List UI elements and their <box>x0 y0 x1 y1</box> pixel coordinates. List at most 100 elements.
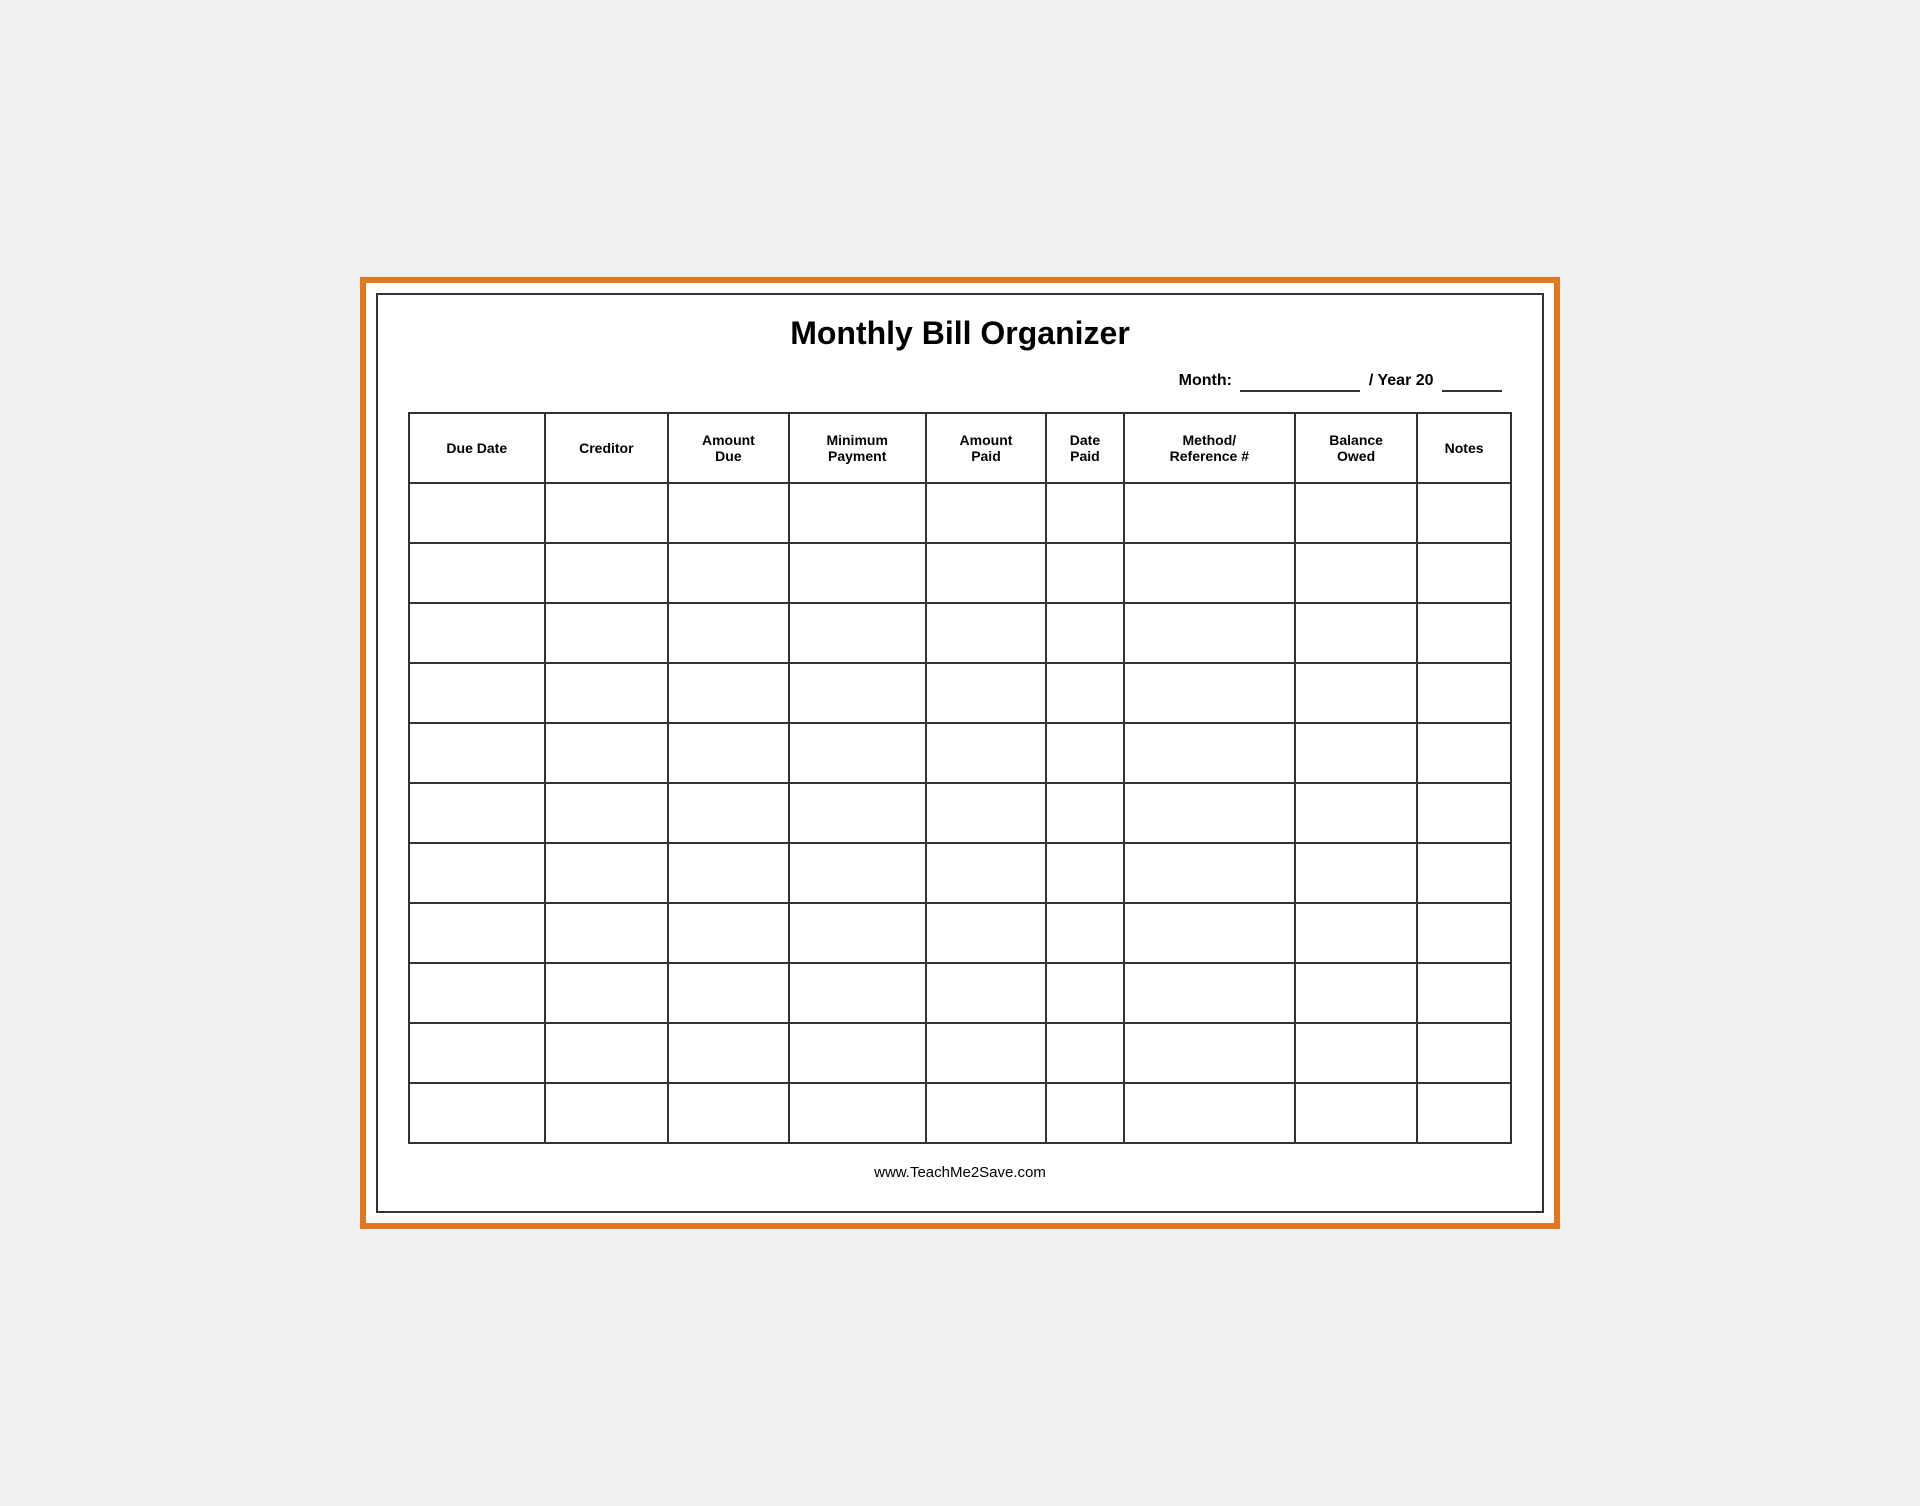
table-cell[interactable] <box>1295 783 1417 843</box>
table-cell[interactable] <box>1417 1083 1511 1143</box>
table-cell[interactable] <box>1295 903 1417 963</box>
table-cell[interactable] <box>789 963 926 1023</box>
table-cell[interactable] <box>1417 483 1511 543</box>
table-cell[interactable] <box>1124 1023 1295 1083</box>
table-cell[interactable] <box>1295 1023 1417 1083</box>
table-cell[interactable] <box>1417 723 1511 783</box>
table-cell[interactable] <box>1046 543 1123 603</box>
table-cell[interactable] <box>409 963 545 1023</box>
table-cell[interactable] <box>545 663 669 723</box>
table-cell[interactable] <box>1417 603 1511 663</box>
table-cell[interactable] <box>1124 783 1295 843</box>
table-cell[interactable] <box>789 723 926 783</box>
table-cell[interactable] <box>789 783 926 843</box>
table-cell[interactable] <box>1046 723 1123 783</box>
month-field[interactable] <box>1240 372 1360 392</box>
table-cell[interactable] <box>1124 1083 1295 1143</box>
table-cell[interactable] <box>1295 543 1417 603</box>
table-cell[interactable] <box>1046 603 1123 663</box>
year-field[interactable] <box>1442 372 1502 392</box>
table-cell[interactable] <box>409 903 545 963</box>
table-cell[interactable] <box>926 1023 1047 1083</box>
table-cell[interactable] <box>1417 843 1511 903</box>
table-cell[interactable] <box>1295 1083 1417 1143</box>
table-cell[interactable] <box>668 1023 789 1083</box>
table-cell[interactable] <box>1046 663 1123 723</box>
table-cell[interactable] <box>1124 543 1295 603</box>
table-cell[interactable] <box>668 963 789 1023</box>
table-cell[interactable] <box>1295 603 1417 663</box>
table-cell[interactable] <box>409 663 545 723</box>
table-cell[interactable] <box>1295 963 1417 1023</box>
table-cell[interactable] <box>545 603 669 663</box>
table-cell[interactable] <box>789 903 926 963</box>
table-cell[interactable] <box>1124 903 1295 963</box>
table-cell[interactable] <box>926 543 1047 603</box>
table-cell[interactable] <box>926 603 1047 663</box>
table-cell[interactable] <box>1417 543 1511 603</box>
table-cell[interactable] <box>1046 783 1123 843</box>
table-cell[interactable] <box>789 483 926 543</box>
table-cell[interactable] <box>1417 1023 1511 1083</box>
table-cell[interactable] <box>668 783 789 843</box>
table-cell[interactable] <box>409 1083 545 1143</box>
table-cell[interactable] <box>545 963 669 1023</box>
table-cell[interactable] <box>926 783 1047 843</box>
table-cell[interactable] <box>409 483 545 543</box>
table-cell[interactable] <box>1295 723 1417 783</box>
table-cell[interactable] <box>668 723 789 783</box>
table-cell[interactable] <box>409 723 545 783</box>
table-cell[interactable] <box>1046 843 1123 903</box>
table-cell[interactable] <box>409 1023 545 1083</box>
table-cell[interactable] <box>789 603 926 663</box>
table-cell[interactable] <box>1295 663 1417 723</box>
table-cell[interactable] <box>409 543 545 603</box>
table-cell[interactable] <box>1046 483 1123 543</box>
table-cell[interactable] <box>1046 903 1123 963</box>
table-cell[interactable] <box>545 543 669 603</box>
table-cell[interactable] <box>926 483 1047 543</box>
table-cell[interactable] <box>789 543 926 603</box>
table-cell[interactable] <box>1046 1023 1123 1083</box>
table-cell[interactable] <box>1417 903 1511 963</box>
table-cell[interactable] <box>545 483 669 543</box>
table-cell[interactable] <box>409 783 545 843</box>
table-cell[interactable] <box>1124 723 1295 783</box>
table-cell[interactable] <box>1046 1083 1123 1143</box>
table-cell[interactable] <box>545 843 669 903</box>
table-cell[interactable] <box>926 843 1047 903</box>
table-cell[interactable] <box>545 903 669 963</box>
table-cell[interactable] <box>1124 483 1295 543</box>
table-cell[interactable] <box>789 1083 926 1143</box>
table-cell[interactable] <box>926 723 1047 783</box>
table-cell[interactable] <box>1124 843 1295 903</box>
table-cell[interactable] <box>926 1083 1047 1143</box>
table-cell[interactable] <box>409 603 545 663</box>
table-cell[interactable] <box>1417 663 1511 723</box>
table-cell[interactable] <box>1417 963 1511 1023</box>
table-cell[interactable] <box>926 963 1047 1023</box>
table-cell[interactable] <box>1124 663 1295 723</box>
table-cell[interactable] <box>668 543 789 603</box>
table-cell[interactable] <box>545 723 669 783</box>
table-cell[interactable] <box>668 843 789 903</box>
table-cell[interactable] <box>789 1023 926 1083</box>
table-cell[interactable] <box>1417 783 1511 843</box>
table-cell[interactable] <box>545 1083 669 1143</box>
table-cell[interactable] <box>668 663 789 723</box>
table-cell[interactable] <box>1124 963 1295 1023</box>
table-cell[interactable] <box>1295 843 1417 903</box>
table-cell[interactable] <box>1124 603 1295 663</box>
table-cell[interactable] <box>668 1083 789 1143</box>
table-cell[interactable] <box>789 663 926 723</box>
table-cell[interactable] <box>668 903 789 963</box>
table-cell[interactable] <box>409 843 545 903</box>
table-cell[interactable] <box>1046 963 1123 1023</box>
table-cell[interactable] <box>1295 483 1417 543</box>
table-cell[interactable] <box>668 603 789 663</box>
table-cell[interactable] <box>926 903 1047 963</box>
table-cell[interactable] <box>926 663 1047 723</box>
table-cell[interactable] <box>789 843 926 903</box>
table-cell[interactable] <box>545 1023 669 1083</box>
table-cell[interactable] <box>545 783 669 843</box>
